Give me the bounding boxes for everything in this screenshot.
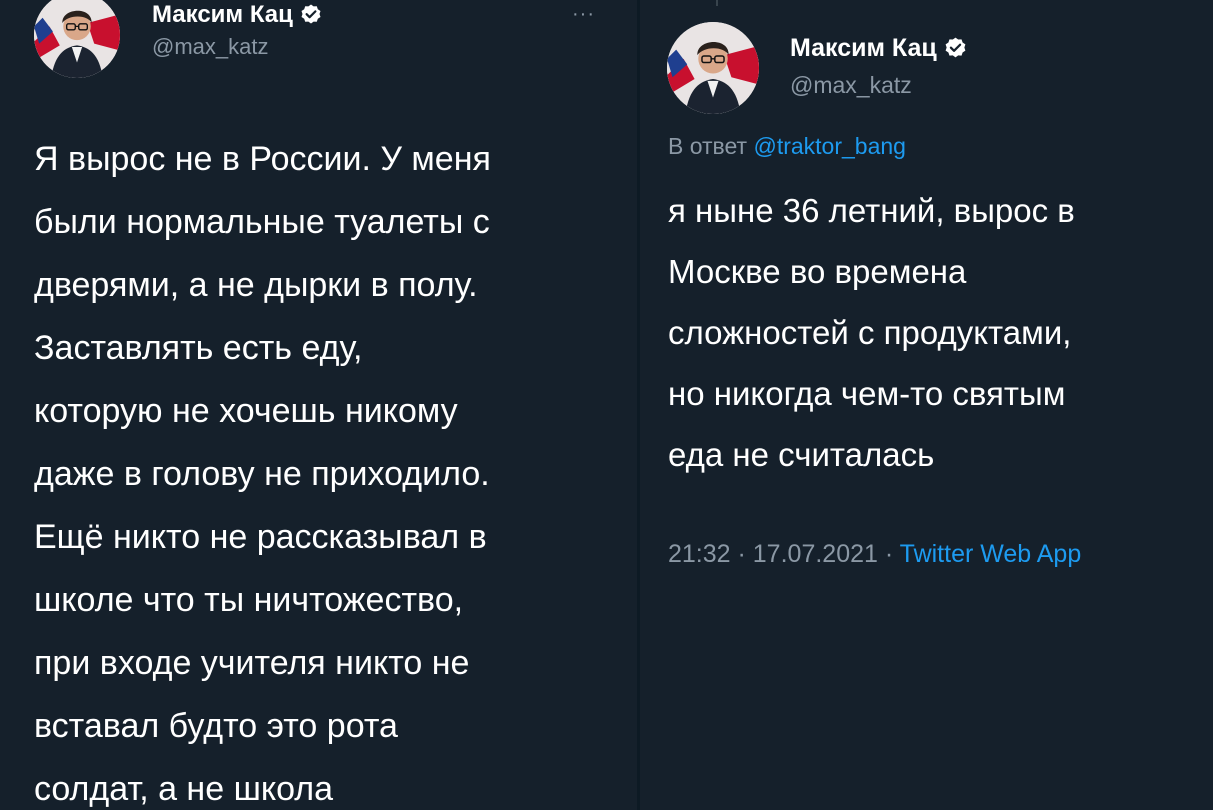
author-handle[interactable]: @max_katz bbox=[152, 34, 268, 60]
tweet-card-right: Максим Кац @max_katz В ответ @traktor_ba… bbox=[640, 0, 1213, 810]
tweet-text: я ныне 36 летний, вырос в Москве во врем… bbox=[668, 192, 1075, 473]
avatar-image bbox=[667, 22, 759, 114]
tweet-date[interactable]: 17.07.2021 bbox=[753, 540, 878, 568]
tweet-text: Я вырос не в России. У меня были нормаль… bbox=[34, 140, 491, 808]
author-name-row: Максим Кац bbox=[152, 0, 323, 30]
author-handle[interactable]: @max_katz bbox=[790, 72, 912, 99]
reply-mention-link[interactable]: @traktor_bang bbox=[753, 133, 906, 159]
reply-prefix: В ответ bbox=[668, 133, 754, 159]
meta-separator: · bbox=[877, 540, 900, 568]
avatar-image bbox=[34, 0, 120, 78]
meta-separator: · bbox=[730, 540, 753, 568]
tweet-time[interactable]: 21:32 bbox=[668, 540, 731, 568]
verified-badge-icon bbox=[943, 36, 968, 61]
reply-to-line: В ответ @traktor_bang bbox=[668, 133, 906, 160]
tweet-card-left: Максим Кац @max_katz ··· Я вырос не в Ро… bbox=[0, 0, 637, 810]
avatar[interactable] bbox=[667, 22, 759, 114]
author-display-name[interactable]: Максим Кац bbox=[790, 34, 937, 63]
tweet-source-link[interactable]: Twitter Web App bbox=[900, 540, 1082, 568]
author-name-row: Максим Кац bbox=[790, 33, 968, 63]
more-horizontal-icon[interactable]: ··· bbox=[572, 4, 595, 24]
screenshot-collage: Максим Кац @max_katz ··· Я вырос не в Ро… bbox=[0, 0, 1213, 810]
thread-connector bbox=[716, 0, 718, 6]
tweet-meta: 21:32 · 17.07.2021 · Twitter Web App bbox=[668, 540, 1081, 569]
author-display-name[interactable]: Максим Кац bbox=[152, 1, 293, 29]
verified-badge-icon bbox=[299, 3, 323, 27]
avatar[interactable] bbox=[34, 0, 120, 78]
